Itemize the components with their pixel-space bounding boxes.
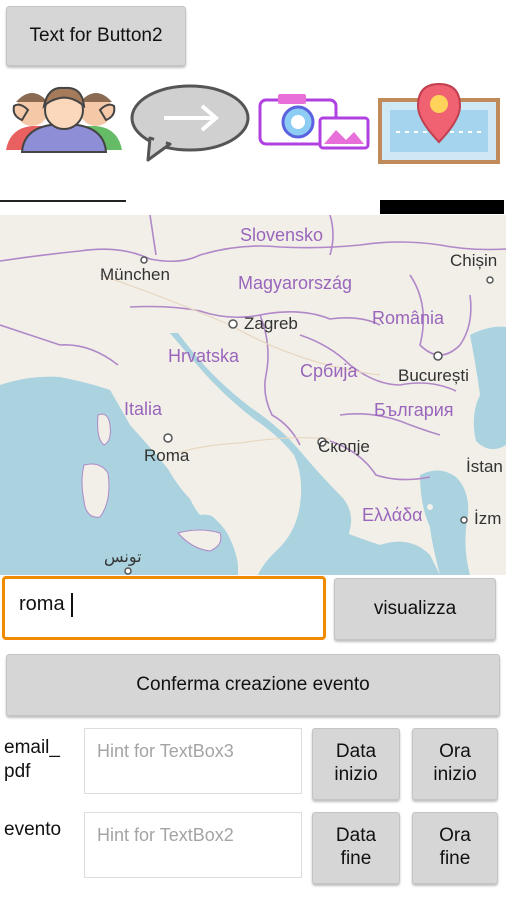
map-label-izmir: İzm bbox=[474, 509, 502, 528]
search-input-value: roma bbox=[19, 593, 65, 615]
map-label-slovensko: Slovensko bbox=[240, 225, 324, 245]
confirm-event-button-label: Conferma creazione evento bbox=[136, 673, 370, 695]
search-input[interactable]: roma bbox=[2, 576, 326, 640]
map-label-istanbul: İstan bbox=[466, 457, 503, 476]
visualizza-button[interactable]: visualizza bbox=[334, 578, 496, 640]
map-label-tunis: تونس bbox=[104, 549, 142, 566]
data-inizio-button[interactable]: Data inizio bbox=[312, 728, 400, 800]
map-label-bulgaria: България bbox=[374, 400, 454, 420]
ora-inizio-button[interactable]: Ora inizio bbox=[412, 728, 498, 800]
map-pin-icon[interactable] bbox=[376, 80, 502, 166]
map-label-hrvatska: Hrvatska bbox=[168, 346, 240, 366]
confirm-event-button[interactable]: Conferma creazione evento bbox=[6, 654, 500, 716]
map-label-roma: Roma bbox=[144, 446, 190, 465]
data-fine-label: Data fine bbox=[335, 825, 377, 869]
evento-label: evento bbox=[4, 819, 62, 840]
ora-fine-button[interactable]: Ora fine bbox=[412, 812, 498, 884]
text-cursor bbox=[71, 593, 73, 617]
textbox3-hint: Hint for TextBox3 bbox=[97, 741, 234, 761]
map-label-skopje: Скопје bbox=[318, 437, 370, 456]
visualizza-button-label: visualizza bbox=[373, 597, 457, 619]
map-label-romania: România bbox=[372, 308, 445, 328]
map-label-srbija: Србија bbox=[300, 361, 358, 381]
camera-photo-icon[interactable] bbox=[256, 90, 372, 154]
divider-bar-right bbox=[380, 200, 504, 214]
button2[interactable]: Text for Button2 bbox=[6, 6, 186, 66]
map-label-italia: Italia bbox=[124, 399, 163, 419]
textbox2-hint: Hint for TextBox2 bbox=[97, 825, 234, 845]
map-label-chisinau: Chișin bbox=[450, 251, 498, 270]
button2-label: Text for Button2 bbox=[29, 24, 163, 46]
ora-inizio-label: Ora inizio bbox=[433, 741, 477, 785]
map-label-magyarorszag: Magyarország bbox=[238, 273, 353, 293]
divider-line-left bbox=[0, 200, 126, 202]
data-inizio-label: Data inizio bbox=[334, 741, 378, 785]
ora-fine-label: Ora fine bbox=[439, 825, 471, 869]
map-label-ellada: Ελλάδα bbox=[362, 505, 423, 525]
map-view[interactable]: Slovensko München Chișin Magyarország Za… bbox=[0, 215, 506, 575]
email-pdf-label: email_ pdf bbox=[4, 737, 60, 782]
textbox2-input[interactable]: Hint for TextBox2 bbox=[84, 812, 302, 878]
textbox3-input[interactable]: Hint for TextBox3 bbox=[84, 728, 302, 794]
data-fine-button[interactable]: Data fine bbox=[312, 812, 400, 884]
users-icon[interactable] bbox=[2, 80, 126, 160]
map-label-zagreb: Zagreb bbox=[244, 314, 298, 333]
forward-chat-icon[interactable] bbox=[128, 82, 252, 162]
map-label-bucuresti: București bbox=[398, 366, 469, 385]
map-label-munchen: München bbox=[100, 265, 170, 284]
